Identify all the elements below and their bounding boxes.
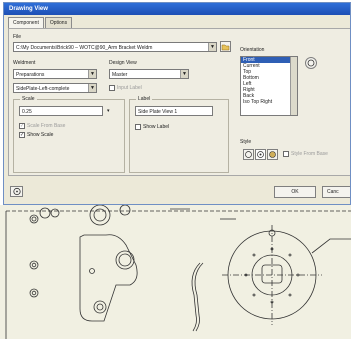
scale-from-base-checkbox[interactable]: ✓ Scale From Base [19,123,65,129]
dialog-footer: OK Canc [4,179,350,204]
style-hidden-removed-button[interactable] [255,149,266,160]
tab-options[interactable]: Options [44,17,73,28]
orientation-label: Orientation [240,47,265,53]
help-button[interactable] [10,186,23,197]
orientation-list[interactable]: Front Current Top Bottom Left Right Back… [240,56,298,116]
cancel-button[interactable]: Canc [322,186,350,198]
checkbox-box [135,124,141,130]
orientation-item[interactable]: Iso Top Right [241,99,297,105]
checkbox-box [109,85,115,91]
design-view-label: Design View [109,60,137,66]
custom-view-button[interactable] [305,57,317,69]
hidden-line-icon [245,151,252,158]
scale-dropdown-mark[interactable]: ▾ [107,108,110,114]
folder-icon [221,44,230,51]
design-view-value: Master [112,72,128,78]
orientation-scrollbar[interactable] [290,57,297,115]
drawing-view-dialog: Drawing View Component Options File C:\M… [3,2,351,205]
view-cube-icon [307,59,315,67]
scale-from-base-text: Scale From Base [27,123,66,129]
component-panel: File C:\My Documents\Brick90 – WOTC@90_A… [8,28,350,176]
label-group-label: Label [136,96,153,102]
scale-group-label: Scale [20,96,37,102]
scale-input[interactable]: 0.25 [19,106,103,116]
style-from-base-checkbox[interactable]: Style From Base [283,151,328,157]
design-view-select[interactable]: Master ▼ [109,69,189,79]
input-label-checkbox[interactable]: Input Label [109,85,142,91]
weldment-view-value: SidePlate-Left-complete [16,86,70,92]
hidden-removed-icon [257,151,264,158]
style-hidden-line-button[interactable] [243,149,254,160]
checkbox-box: ✓ [19,132,25,138]
show-scale-checkbox[interactable]: ✓ Show Scale [19,132,53,138]
help-icon [12,187,21,196]
file-label: File [13,34,22,40]
input-label-text: Input Label [117,85,142,91]
weldment-label: Weldment [13,60,36,66]
chevron-down-icon[interactable]: ▼ [88,70,96,78]
weldment-value: Preparations [16,72,45,78]
style-shaded-button[interactable] [267,149,278,160]
label-input[interactable]: Side Plate View 1 [135,106,213,116]
show-label-checkbox[interactable]: Show Label [135,124,169,130]
chevron-down-icon[interactable]: ▼ [208,43,216,51]
style-label: Style [240,139,252,145]
file-path-value: C:\My Documents\Brick90 – WOTC@90_Arm Br… [16,45,153,51]
chevron-down-icon[interactable]: ▼ [180,70,188,78]
chevron-down-icon[interactable]: ▼ [88,84,96,92]
dialog-title: Drawing View [4,3,350,15]
weldment-select[interactable]: Preparations ▼ [13,69,97,79]
drawing-canvas[interactable] [0,205,351,339]
browse-button[interactable] [220,41,231,52]
file-path-field[interactable]: C:\My Documents\Brick90 – WOTC@90_Arm Br… [13,42,217,52]
checkbox-box [283,151,289,157]
show-scale-text: Show Scale [27,132,54,138]
ok-button[interactable]: OK [274,186,316,198]
weldment-view-select[interactable]: SidePlate-Left-complete ▼ [13,83,97,93]
show-label-text: Show Label [143,124,170,130]
sheet-drawing [5,205,351,339]
style-from-base-text: Style From Base [291,151,328,157]
shaded-icon [269,151,276,158]
checkbox-box: ✓ [19,123,25,129]
